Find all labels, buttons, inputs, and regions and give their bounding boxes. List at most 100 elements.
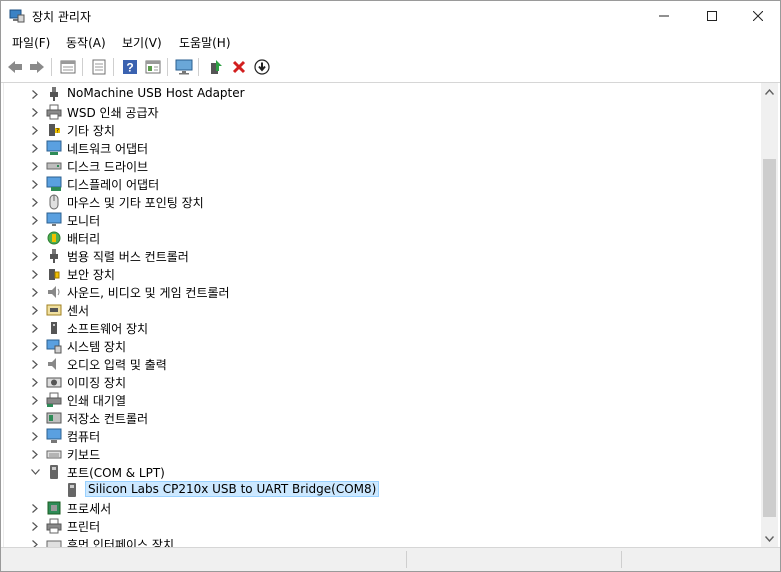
chevron-right-icon[interactable] xyxy=(29,501,41,515)
vertical-scrollbar[interactable] xyxy=(761,83,778,547)
chevron-right-icon[interactable] xyxy=(29,429,41,443)
device-tree[interactable]: NoMachine USB Host Adapter WSD 인쇄 공급자? 기타 … xyxy=(3,83,762,547)
monitor-icon xyxy=(46,212,62,228)
menu-help[interactable]: 도움말(H) xyxy=(179,34,231,51)
print-queue-icon xyxy=(46,392,62,408)
chevron-right-icon[interactable] xyxy=(29,447,41,461)
chevron-right-icon[interactable] xyxy=(29,159,41,173)
tree-category-row[interactable]: 프로세서 xyxy=(4,499,762,517)
chevron-right-icon[interactable] xyxy=(29,141,41,155)
tree-item-label: 기타 장치 xyxy=(67,124,115,138)
disk-drive-icon xyxy=(46,158,62,174)
security-device-icon xyxy=(46,266,62,282)
port-device-icon xyxy=(64,482,80,498)
window-title: 장치 관리자 xyxy=(32,10,92,24)
details-button[interactable] xyxy=(143,57,163,77)
chevron-right-icon[interactable] xyxy=(29,537,41,547)
chevron-right-icon[interactable] xyxy=(29,249,41,263)
chevron-right-icon[interactable] xyxy=(29,213,41,227)
tree-category-row[interactable]: 시스템 장치 xyxy=(4,337,762,355)
chevron-right-icon[interactable] xyxy=(29,375,41,389)
chevron-right-icon[interactable] xyxy=(29,393,41,407)
properties-icon xyxy=(92,59,106,75)
tree-category-row[interactable]: 키보드 xyxy=(4,445,762,463)
tree-item-label: 디스플레이 어댑터 xyxy=(67,178,160,192)
chevron-right-icon[interactable] xyxy=(29,357,41,371)
status-bar xyxy=(1,547,780,571)
tree-category-row[interactable]: NoMachine USB Host Adapter xyxy=(4,85,762,103)
chevron-right-icon[interactable] xyxy=(29,303,41,317)
download-icon xyxy=(254,59,270,75)
scroll-up-button[interactable] xyxy=(761,83,778,100)
tree-category-row[interactable]: 소프트웨어 장치 xyxy=(4,319,762,337)
title-bar[interactable]: 장치 관리자 xyxy=(1,1,780,31)
tree-category-row[interactable]: 인쇄 대기열 xyxy=(4,391,762,409)
properties-view-icon xyxy=(60,60,76,74)
tree-category-row[interactable]: 센서 xyxy=(4,301,762,319)
tree-item-label: 프로세서 xyxy=(67,502,112,516)
tree-category-row[interactable]: 포트(COM & LPT) xyxy=(4,463,762,481)
maximize-button[interactable] xyxy=(689,1,735,31)
tree-category-row[interactable]: 사운드, 비디오 및 게임 컨트롤러 xyxy=(4,283,762,301)
tree-category-row[interactable]: 보안 장치 xyxy=(4,265,762,283)
tree-child-row[interactable]: Silicon Labs CP210x USB to UART Bridge(C… xyxy=(4,481,762,499)
tree-category-row[interactable]: 컴퓨터 xyxy=(4,427,762,445)
help-button[interactable]: ? xyxy=(120,57,140,77)
scroll-down-button[interactable] xyxy=(761,530,778,547)
properties-view-button[interactable] xyxy=(58,57,78,77)
chevron-right-icon[interactable] xyxy=(29,177,41,191)
printer-icon xyxy=(46,104,62,120)
usb-plug-icon xyxy=(46,86,62,102)
menu-action[interactable]: 동작(A) xyxy=(66,34,106,51)
tree-category-row[interactable]: 디스플레이 어댑터 xyxy=(4,175,762,193)
tree-category-row[interactable]: 배터리 xyxy=(4,229,762,247)
chevron-down-icon[interactable] xyxy=(29,465,41,479)
chevron-right-icon[interactable] xyxy=(29,195,41,209)
chevron-right-icon[interactable] xyxy=(29,105,41,119)
scan-hardware-button[interactable] xyxy=(174,57,194,77)
speaker-icon xyxy=(46,284,62,300)
minimize-icon xyxy=(659,15,669,17)
camera-icon xyxy=(46,374,62,390)
chevron-right-icon[interactable] xyxy=(29,267,41,281)
tree-category-row[interactable]: ? 기타 장치 xyxy=(4,121,762,139)
audio-icon xyxy=(46,356,62,372)
chevron-right-icon[interactable] xyxy=(29,519,41,533)
tree-category-row[interactable]: 디스크 드라이브 xyxy=(4,157,762,175)
tree-category-row[interactable]: 오디오 입력 및 출력 xyxy=(4,355,762,373)
menu-file[interactable]: 파일(F) xyxy=(12,34,50,51)
tree-category-row[interactable]: 이미징 장치 xyxy=(4,373,762,391)
tree-category-row[interactable]: 네트워크 어댑터 xyxy=(4,139,762,157)
chevron-right-icon[interactable] xyxy=(29,321,41,335)
tree-category-row[interactable]: 휴먼 인터페이스 장치 xyxy=(4,535,762,547)
update-driver-button[interactable] xyxy=(206,57,226,77)
uninstall-button[interactable] xyxy=(229,57,249,77)
tree-category-row[interactable]: 범용 직렬 버스 컨트롤러 xyxy=(4,247,762,265)
chevron-right-icon[interactable] xyxy=(29,411,41,425)
tree-category-row[interactable]: 마우스 및 기타 포인팅 장치 xyxy=(4,193,762,211)
toolbar-separator xyxy=(82,58,83,76)
minimize-button[interactable] xyxy=(641,1,687,31)
close-button[interactable] xyxy=(735,1,780,31)
menu-view[interactable]: 보기(V) xyxy=(122,34,162,51)
keyboard-icon xyxy=(46,446,62,462)
tree-category-row[interactable]: 저장소 컨트롤러 xyxy=(4,409,762,427)
chevron-right-icon[interactable] xyxy=(29,285,41,299)
tree-item-label: 포트(COM & LPT) xyxy=(67,466,165,480)
tree-category-row[interactable]: 모니터 xyxy=(4,211,762,229)
chevron-right-icon[interactable] xyxy=(29,87,41,101)
properties-button[interactable] xyxy=(89,57,109,77)
forward-button[interactable] xyxy=(27,57,47,77)
chevron-right-icon[interactable] xyxy=(29,123,41,137)
scroll-thumb[interactable] xyxy=(763,159,776,517)
details-icon xyxy=(145,60,161,74)
tree-category-row[interactable]: 프린터 xyxy=(4,517,762,535)
computer-icon xyxy=(46,428,62,444)
chevron-right-icon[interactable] xyxy=(29,231,41,245)
tree-item-label: 모니터 xyxy=(67,214,101,228)
back-button[interactable] xyxy=(5,57,25,77)
tree-item-label: 센서 xyxy=(67,304,90,318)
download-button[interactable] xyxy=(252,57,272,77)
chevron-right-icon[interactable] xyxy=(29,339,41,353)
tree-category-row[interactable]: WSD 인쇄 공급자 xyxy=(4,103,762,121)
